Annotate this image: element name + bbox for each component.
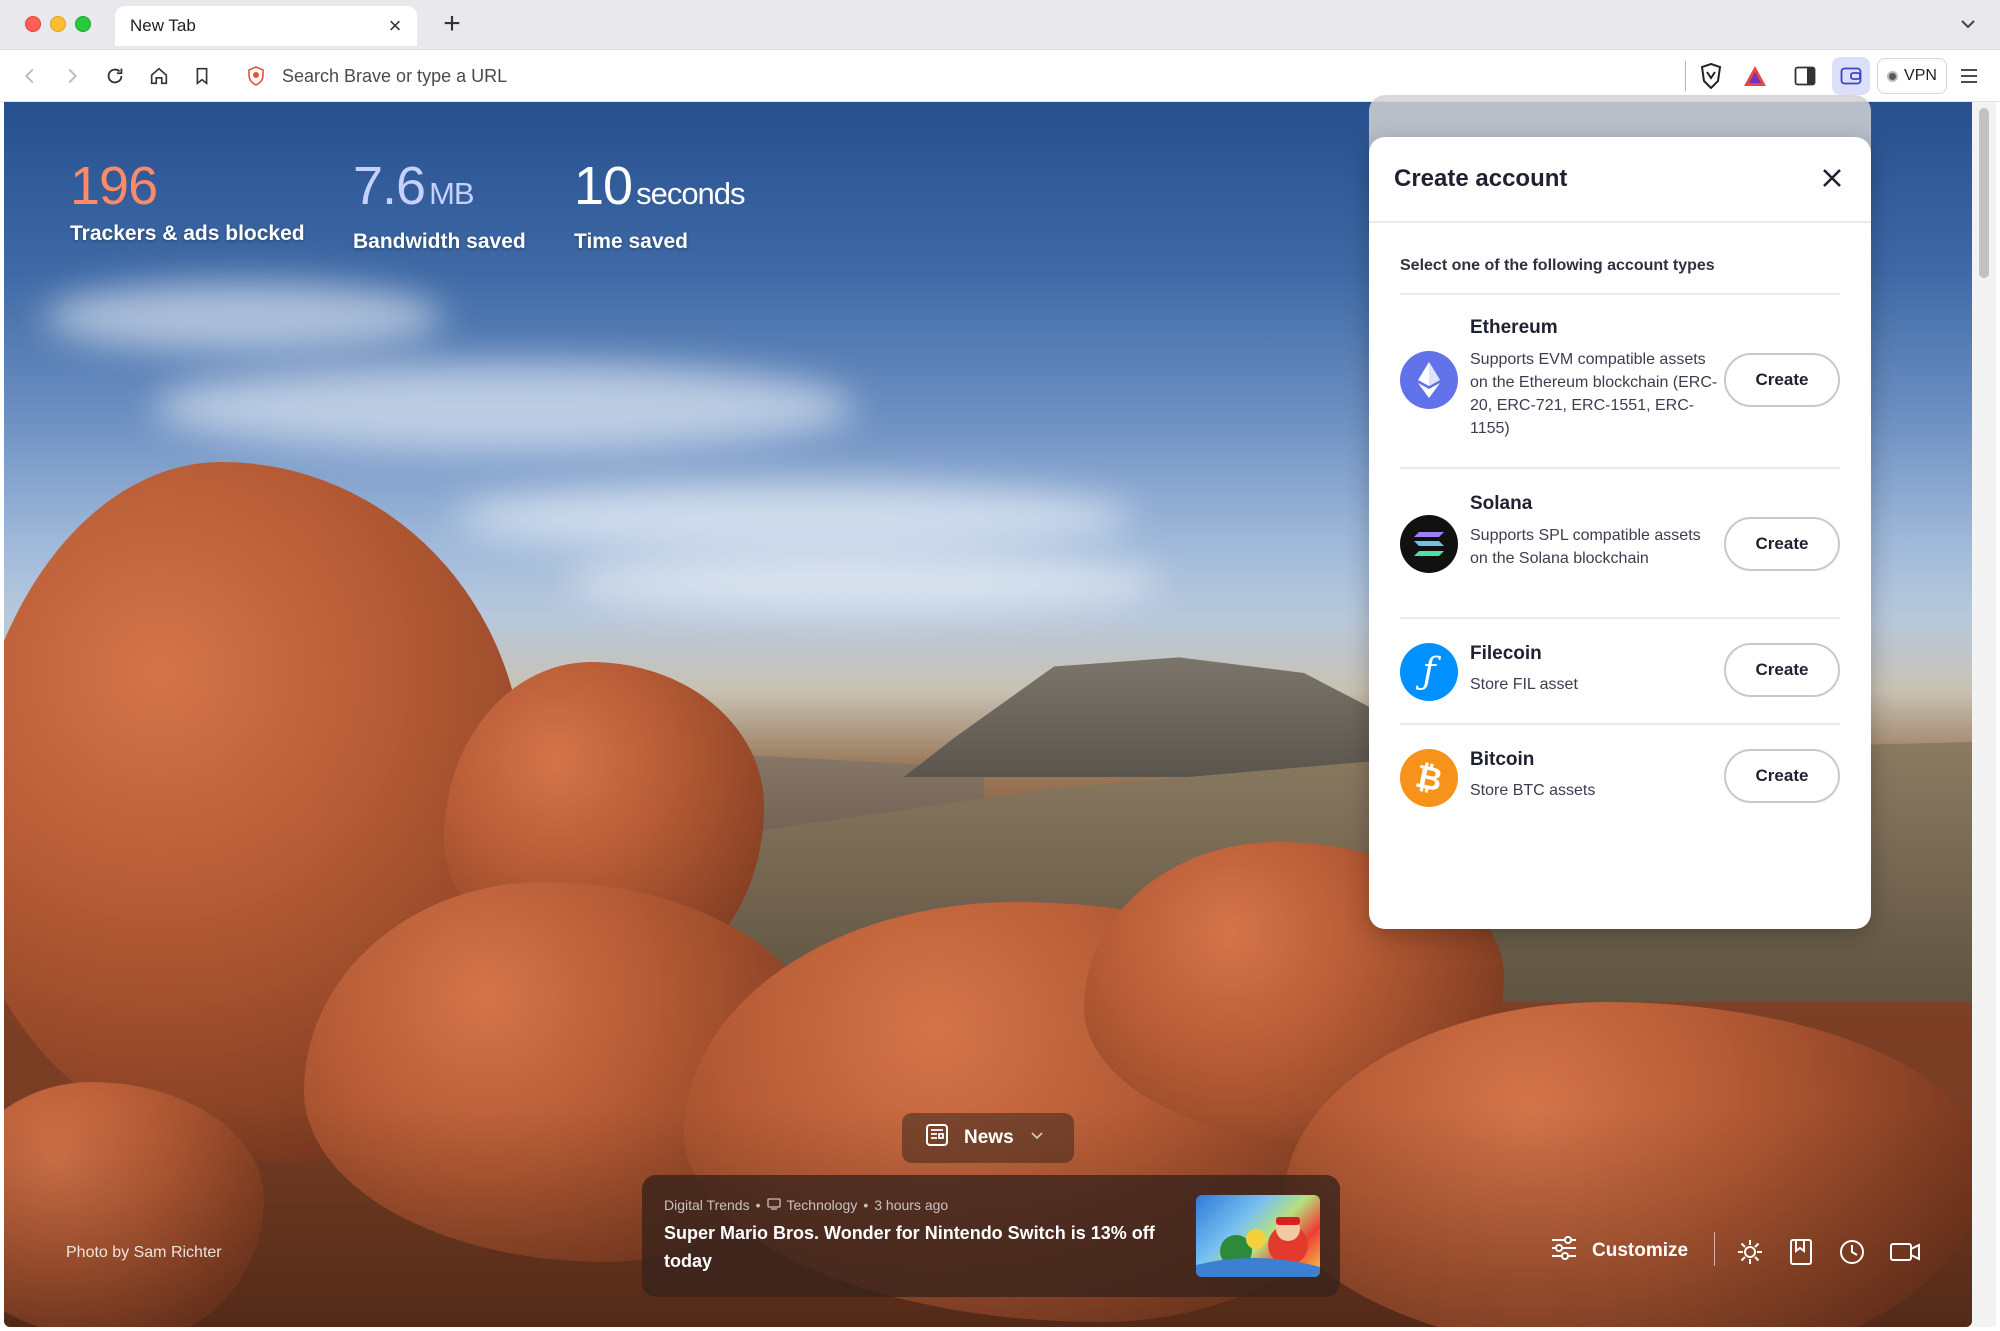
close-icon [1823,169,1841,187]
account-description: Supports EVM compatible assets on the Et… [1470,351,1718,437]
vpn-button[interactable]: VPN [1877,58,1947,94]
account-type-solana: Solana Supports SPL compatible assets on… [1400,469,1840,619]
account-name: Bitcoin [1470,749,1535,770]
panel-header: Create account [1369,137,1871,223]
back-button[interactable] [16,62,44,90]
customize-button[interactable]: Customize [1550,1235,1688,1267]
video-call-icon[interactable] [1889,1237,1920,1267]
photo-credit[interactable]: Photo by Sam Richter [66,1244,222,1262]
tab-new-tab[interactable]: New Tab × [115,6,417,46]
account-name: Solana [1470,493,1533,514]
wallet-button[interactable] [1832,57,1870,95]
news-meta: Digital Trends • Technology • 3 hours ag… [664,1197,948,1213]
solana-icon [1400,515,1458,573]
account-description: Store FIL asset [1470,676,1578,693]
sidebar-toggle-icon[interactable] [1791,62,1819,90]
scrollbar-thumb[interactable] [1979,108,1989,278]
background-cloud [44,282,444,352]
create-bitcoin-button[interactable]: Create [1724,749,1840,803]
stat-time: 10 seconds Time saved [574,156,746,254]
close-window-button[interactable] [25,16,41,32]
filecoin-icon: ƒ [1400,643,1458,701]
bandwidth-unit: MB [429,176,474,211]
search-input[interactable] [282,60,1582,92]
bookmarks-icon[interactable] [1786,1237,1816,1267]
tab-title: New Tab [130,16,196,35]
background-cloud [564,552,1164,612]
brave-rewards-icon[interactable] [1741,62,1769,90]
trackers-label: Trackers & ads blocked [70,222,305,245]
create-ethereum-button[interactable]: Create [1724,353,1840,407]
stat-bandwidth: 7.6 MB Bandwidth saved [353,156,526,254]
panel-subtitle: Select one of the following account type… [1400,257,1715,274]
background-mesa [904,657,1404,777]
reload-button[interactable] [101,62,129,90]
settings-gear-icon[interactable] [1735,1237,1765,1267]
news-bullet: • [755,1197,761,1213]
news-headline[interactable]: Super Mario Bros. Wonder for Nintendo Sw… [664,1219,1184,1275]
time-value: 10 [574,156,633,216]
panel-title: Create account [1394,165,1568,192]
site-shield-icon[interactable] [246,66,266,86]
tools-divider [1714,1232,1715,1266]
trackers-value: 196 [70,156,158,216]
toolbar-divider [1685,61,1686,91]
account-name: Ethereum [1470,317,1558,338]
address-bar[interactable] [232,56,1692,96]
chevron-down-icon [1028,1126,1046,1150]
vpn-status-icon [1887,70,1899,82]
news-toggle-button[interactable]: News [902,1113,1074,1163]
news-icon [924,1122,950,1154]
account-type-ethereum: Ethereum Supports EVM compatible assets … [1400,295,1840,469]
tab-search-chevron-icon[interactable] [1956,12,1980,36]
account-type-bitcoin: ₿ Bitcoin Store BTC assets Create [1400,725,1840,835]
create-solana-button[interactable]: Create [1724,517,1840,571]
minimize-window-button[interactable] [50,16,66,32]
account-description: Supports SPL compatible assets on the So… [1470,527,1701,567]
new-tab-button[interactable]: + [434,6,470,42]
forward-button[interactable] [58,62,86,90]
account-name: Filecoin [1470,643,1542,664]
time-unit: seconds [636,176,745,211]
menu-icon[interactable] [1955,62,1983,90]
background-cloud [154,362,854,452]
zoom-window-button[interactable] [75,16,91,32]
bookmark-button[interactable] [188,62,216,90]
page-scrollbar[interactable] [1972,102,1996,1327]
news-category: Technology [786,1197,858,1213]
sliders-icon [1550,1235,1578,1267]
news-source: Digital Trends [664,1197,750,1213]
home-button[interactable] [145,62,173,90]
bitcoin-icon: ₿ [1400,749,1458,807]
tab-strip: New Tab × + [0,0,2000,50]
time-label: Time saved [574,230,689,253]
news-toggle-label: News [964,1127,1014,1148]
close-panel-button[interactable] [1815,161,1849,195]
account-description: Store BTC assets [1470,782,1596,799]
news-card[interactable]: Digital Trends • Technology • 3 hours ag… [642,1175,1340,1297]
news-bullet: • [863,1197,869,1213]
news-thumbnail[interactable] [1196,1195,1320,1277]
technology-icon [766,1197,781,1213]
account-type-filecoin: ƒ Filecoin Store FIL asset Create [1400,619,1840,725]
create-account-panel: Create account Select one of the followi… [1369,137,1871,929]
stat-trackers: 196 Trackers & ads blocked [70,156,305,246]
customize-label: Customize [1592,1240,1689,1261]
vpn-label: VPN [1904,67,1937,84]
news-age: 3 hours ago [874,1197,949,1213]
bandwidth-value: 7.6 [353,156,426,216]
history-icon[interactable] [1837,1237,1867,1267]
create-filecoin-button[interactable]: Create [1724,643,1840,697]
browser-window: New Tab × + Search Brave or type a URL V… [0,0,2000,1331]
ethereum-icon [1400,351,1458,409]
bandwidth-label: Bandwidth saved [353,230,526,253]
tab-close-button[interactable]: × [381,12,409,40]
brave-shields-icon[interactable] [1697,62,1725,90]
background-cloud [454,482,1134,552]
